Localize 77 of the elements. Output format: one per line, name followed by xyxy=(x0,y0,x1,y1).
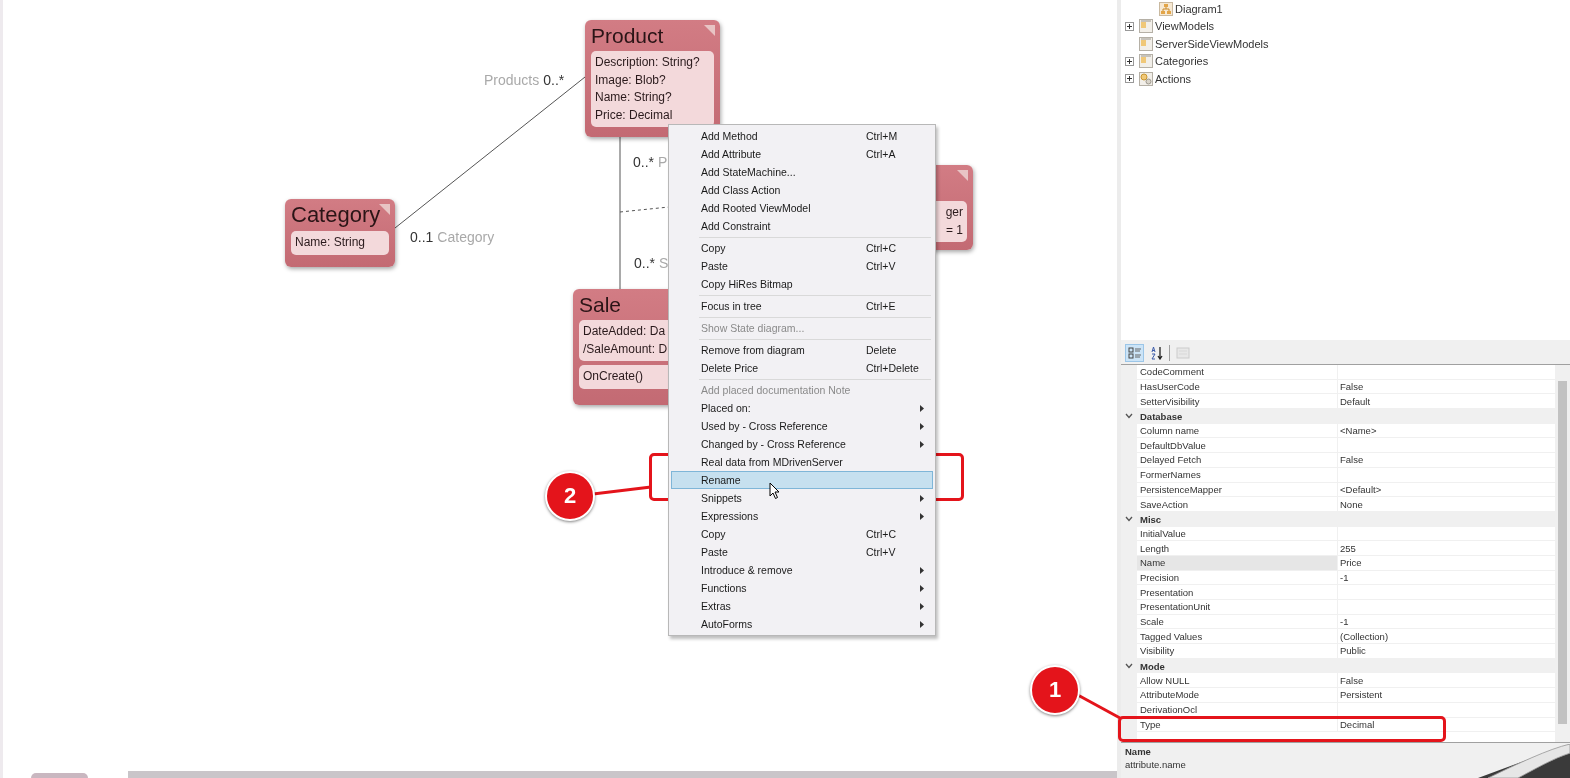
attribute-text: Description: String? xyxy=(595,54,700,72)
category-header[interactable]: Database xyxy=(1137,409,1555,424)
menu-item[interactable]: Paste Ctrl+V xyxy=(671,543,933,561)
menu-item[interactable]: Add Class Action xyxy=(671,181,933,199)
property-value[interactable]: Persistent xyxy=(1340,689,1383,701)
property-name[interactable]: Tagged Values xyxy=(1137,629,1338,645)
tree-item[interactable]: Actions xyxy=(1121,70,1570,88)
tree-item[interactable]: ViewModels xyxy=(1121,17,1570,35)
property-value[interactable]: Price xyxy=(1340,557,1362,569)
tree-item[interactable]: Diagram1 xyxy=(1121,0,1570,18)
attribute-text: /SaleAmount: D xyxy=(583,340,668,358)
property-value[interactable]: False xyxy=(1340,674,1364,686)
property-value[interactable]: None xyxy=(1340,498,1363,510)
property-name[interactable]: DefaultDbValue xyxy=(1137,438,1338,454)
attribute-text: DateAdded: Da xyxy=(583,323,666,341)
attribute-text: ger xyxy=(945,204,963,221)
menu-item[interactable]: Copy Ctrl+C xyxy=(671,239,933,257)
role-label: Products xyxy=(484,72,540,88)
attribute-text: Image: Blob? xyxy=(595,71,666,89)
multiplicity-label: 0..* xyxy=(543,72,565,88)
attribute-text: Name: String xyxy=(295,234,366,252)
role-label: P xyxy=(658,154,668,170)
property-value[interactable]: -1 xyxy=(1340,571,1349,583)
property-name[interactable]: Allow NULL xyxy=(1137,673,1338,689)
property-name[interactable]: Presentation xyxy=(1137,585,1338,600)
tree-item[interactable]: ServerSideViewModels xyxy=(1121,35,1570,53)
menu-item[interactable]: Add Constraint xyxy=(671,217,933,235)
class-name: Category xyxy=(291,203,381,228)
property-name[interactable]: Visibility xyxy=(1137,644,1338,659)
property-value[interactable]: -1 xyxy=(1340,616,1349,628)
menu-item[interactable]: Paste Ctrl+V xyxy=(671,257,933,275)
attribute-text: = 1 xyxy=(946,221,963,239)
menu-item[interactable]: Extras xyxy=(671,597,933,615)
menu-item[interactable]: Changed by - Cross Reference xyxy=(671,435,933,453)
property-value[interactable]: (Collection) xyxy=(1340,630,1389,642)
menu-item[interactable]: AutoForms xyxy=(671,615,933,633)
menu-item[interactable]: Add Rooted ViewModel xyxy=(671,199,933,217)
role-label: Category xyxy=(437,229,495,245)
menu-item[interactable]: Add StateMachine... xyxy=(671,163,933,181)
property-value[interactable]: Default xyxy=(1340,395,1371,407)
attribute-text: Name: String? xyxy=(595,89,672,107)
property-value[interactable]: <Name> xyxy=(1340,425,1377,437)
property-value[interactable]: False xyxy=(1340,454,1364,466)
property-name[interactable]: CodeComment xyxy=(1137,365,1338,380)
property-value[interactable]: Decimal xyxy=(1340,718,1375,730)
menu-item[interactable]: Copy Ctrl+C xyxy=(671,525,933,543)
menu-item[interactable]: Used by - Cross Reference xyxy=(671,417,933,435)
multiplicity-label: 0..1 xyxy=(410,229,434,245)
attribute-text: Price: Decimal xyxy=(595,106,673,124)
property-name[interactable]: Delayed Fetch xyxy=(1137,453,1338,468)
menu-item[interactable]: Rename xyxy=(671,471,933,489)
menu-item[interactable]: Real data from MDrivenServer xyxy=(671,453,933,471)
property-value[interactable]: False xyxy=(1340,381,1364,393)
property-name[interactable]: SaveAction xyxy=(1137,497,1338,512)
property-value[interactable]: 255 xyxy=(1340,542,1356,554)
class-node[interactable]: Category Name: String xyxy=(285,199,395,267)
menu-item[interactable]: Expressions xyxy=(671,507,933,525)
callout-badge: 2 xyxy=(545,471,595,521)
multiplicity-label: 0..* xyxy=(634,255,655,271)
property-name[interactable]: AttributeMode xyxy=(1137,688,1338,703)
menu-item[interactable]: Functions xyxy=(671,579,933,597)
method-text: OnCreate() xyxy=(583,368,644,386)
menu-item[interactable]: Snippets xyxy=(671,489,933,507)
description-text: attribute.name xyxy=(1125,759,1187,770)
role-label: S xyxy=(659,255,669,271)
property-name[interactable]: PresentationUnit xyxy=(1137,600,1338,615)
class-name: Product xyxy=(591,24,664,48)
multiplicity-label: 0..* xyxy=(633,154,654,170)
property-value[interactable]: Public xyxy=(1340,645,1366,657)
tree-item[interactable]: Categories xyxy=(1121,52,1570,70)
property-name[interactable]: SetterVisibility xyxy=(1137,394,1338,410)
menu-item[interactable]: Introduce & remove xyxy=(671,561,933,579)
class-name: Sale xyxy=(579,293,622,317)
menu-item[interactable]: Add Attribute Ctrl+A xyxy=(671,145,933,163)
description-title: Name xyxy=(1125,746,1152,757)
property-name[interactable]: Length xyxy=(1137,541,1338,556)
property-value[interactable]: <Default> xyxy=(1340,483,1382,495)
